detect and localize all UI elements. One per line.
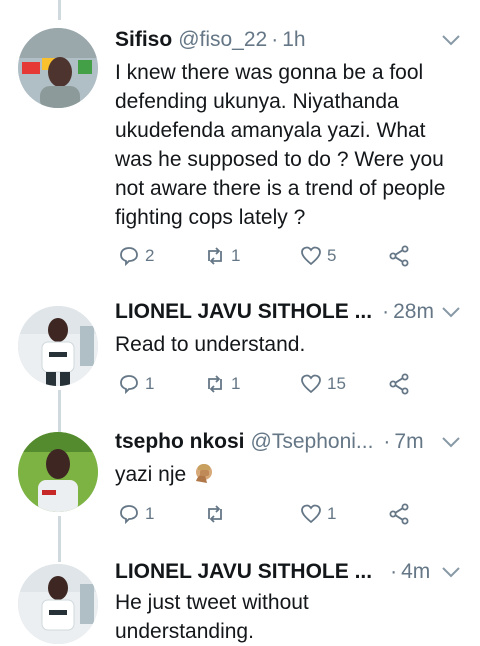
share-button[interactable] bbox=[387, 502, 415, 526]
display-name[interactable]: LIONEL JAVU SITHOLE ... bbox=[115, 560, 372, 584]
tweet-header: LIONEL JAVU SITHOLE ... · 28m bbox=[115, 300, 466, 328]
retweet-icon bbox=[208, 375, 222, 393]
like-count: 1 bbox=[327, 504, 337, 523]
tweet-2[interactable]: LIONEL JAVU SITHOLE ... · 28m Read to un… bbox=[0, 300, 480, 420]
separator-dot: · bbox=[383, 430, 391, 453]
user-handle[interactable]: @Tsephoni... bbox=[251, 430, 374, 454]
text-line: fighting cops lately ? bbox=[115, 206, 306, 229]
chevron-down-icon[interactable] bbox=[440, 434, 462, 450]
tweet-header: Sifiso @fiso_22 · 1h bbox=[115, 28, 466, 56]
retweet-button[interactable] bbox=[203, 502, 231, 526]
tweet-actions: 1 1 15 bbox=[115, 372, 460, 402]
avatar-image bbox=[18, 28, 98, 108]
display-name[interactable]: LIONEL JAVU SITHOLE ... bbox=[115, 300, 372, 324]
tweet-actions: 2 1 5 bbox=[115, 244, 460, 274]
text-line: Read to understand. bbox=[115, 333, 306, 356]
share-icon bbox=[389, 373, 409, 395]
text-line: not aware there is a trend of people bbox=[115, 177, 446, 200]
reply-button[interactable]: 1 bbox=[117, 372, 154, 396]
tweet-text: Read to understand. bbox=[115, 330, 456, 359]
thread-line bbox=[58, 0, 61, 20]
user-handle[interactable]: @fiso_22 bbox=[178, 28, 267, 52]
timestamp[interactable]: 4m bbox=[401, 560, 430, 584]
share-button[interactable] bbox=[387, 372, 415, 396]
reply-count: 1 bbox=[145, 504, 155, 523]
like-count: 15 bbox=[327, 374, 346, 393]
retweet-count: 1 bbox=[231, 374, 241, 393]
tweet-3[interactable]: tsepho nkosi @Tsephoni... · 7m yazi nje … bbox=[0, 430, 480, 540]
text-line: was he supposed to do ? Were you bbox=[115, 148, 444, 171]
avatar[interactable] bbox=[18, 306, 98, 386]
reply-button[interactable]: 1 bbox=[117, 502, 154, 526]
display-name[interactable]: tsepho nkosi bbox=[115, 430, 245, 454]
tweet-text: yazi nje bbox=[115, 460, 456, 489]
like-button[interactable]: 1 bbox=[299, 502, 336, 526]
chevron-down-icon[interactable] bbox=[440, 304, 462, 320]
separator-dot: · bbox=[382, 300, 390, 323]
text-line: understanding. bbox=[115, 620, 254, 643]
tweet-header: tsepho nkosi @Tsephoni... · 7m bbox=[115, 430, 466, 458]
facepalm-emoji-icon bbox=[196, 464, 213, 483]
share-icon bbox=[389, 503, 409, 525]
separator-dot: · bbox=[390, 560, 398, 583]
like-button[interactable]: 15 bbox=[299, 372, 346, 396]
timestamp[interactable]: 7m bbox=[394, 430, 423, 454]
text-line: I knew there was gonna be a fool bbox=[115, 61, 424, 84]
reply-count: 2 bbox=[145, 246, 155, 265]
tweet-actions: 1 1 bbox=[115, 502, 460, 532]
like-button[interactable]: 5 bbox=[299, 244, 336, 268]
tweet-1[interactable]: Sifiso @fiso_22 · 1h I knew there was go… bbox=[0, 28, 480, 288]
reply-button[interactable]: 2 bbox=[117, 244, 154, 268]
avatar-image bbox=[18, 564, 98, 644]
tweet-text: I knew there was gonna be a fool defendi… bbox=[115, 58, 456, 232]
avatar[interactable] bbox=[18, 564, 98, 644]
avatar-image bbox=[18, 306, 98, 386]
heart-icon bbox=[301, 246, 321, 266]
chevron-down-icon[interactable] bbox=[440, 32, 462, 48]
text-line: ukudefenda amanyala yazi. What bbox=[115, 119, 426, 142]
like-count: 5 bbox=[327, 246, 337, 265]
heart-icon bbox=[301, 504, 321, 524]
avatar-image bbox=[18, 432, 98, 512]
tweet-4[interactable]: LIONEL JAVU SITHOLE ... · 4m He just twe… bbox=[0, 560, 480, 644]
timestamp[interactable]: 28m bbox=[393, 300, 434, 324]
reply-icon bbox=[120, 375, 138, 395]
chevron-down-icon[interactable] bbox=[440, 564, 462, 580]
text-line: defending ukunya. Niyathanda bbox=[115, 90, 399, 113]
retweet-count: 1 bbox=[231, 246, 241, 265]
retweet-icon bbox=[208, 247, 222, 265]
retweet-icon bbox=[208, 505, 222, 523]
retweet-button[interactable]: 1 bbox=[203, 372, 240, 396]
reply-icon bbox=[120, 247, 138, 267]
timestamp[interactable]: 1h bbox=[282, 28, 305, 52]
tweet-header: LIONEL JAVU SITHOLE ... · 4m bbox=[115, 560, 466, 588]
avatar[interactable] bbox=[18, 432, 98, 512]
tweet-text: He just tweet without understanding. bbox=[115, 588, 456, 646]
share-icon bbox=[389, 245, 409, 267]
retweet-button[interactable]: 1 bbox=[203, 244, 240, 268]
heart-icon bbox=[301, 374, 321, 394]
reply-count: 1 bbox=[145, 374, 155, 393]
display-name[interactable]: Sifiso bbox=[115, 28, 172, 52]
reply-icon bbox=[120, 505, 138, 525]
share-button[interactable] bbox=[387, 244, 415, 268]
separator-dot: · bbox=[271, 28, 279, 51]
avatar[interactable] bbox=[18, 28, 98, 108]
text-line: yazi nje bbox=[115, 463, 187, 486]
text-line: He just tweet without bbox=[115, 591, 309, 614]
